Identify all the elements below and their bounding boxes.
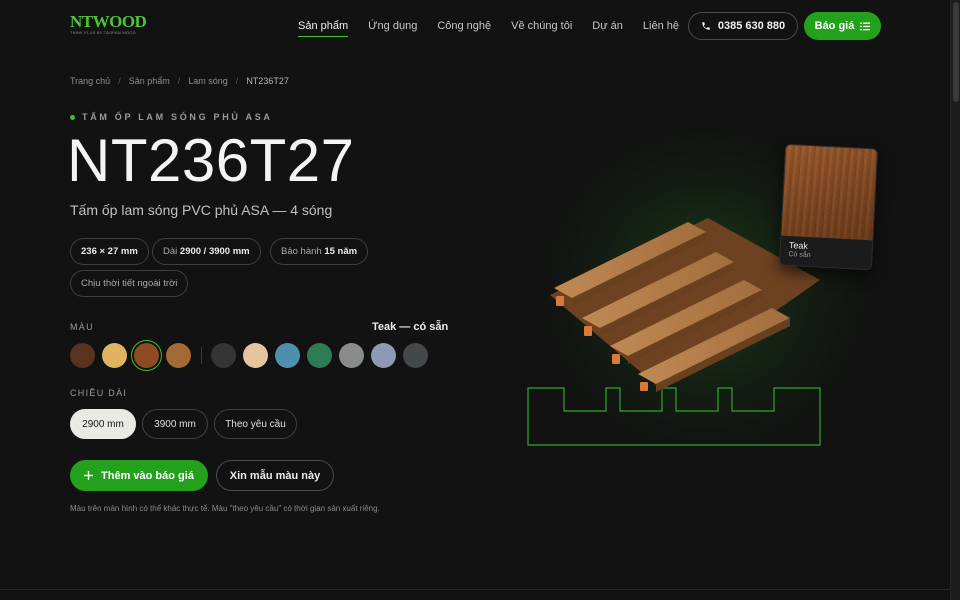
- phone-icon: [701, 21, 711, 31]
- add-to-quote-button[interactable]: Thêm vào báo giá: [70, 460, 208, 491]
- phone-button[interactable]: 0385 630 880: [688, 12, 798, 40]
- phone-number: 0385 630 880: [717, 20, 786, 32]
- color-status: Teak — có sẵn: [372, 321, 449, 333]
- plus-icon: [84, 471, 94, 480]
- spec-text: Chịu thời tiết ngoài trời: [81, 278, 178, 289]
- logo-tagline: THINK PLUS BY TAOPAN WOOD: [70, 30, 136, 35]
- color-label: MÀU: [70, 322, 94, 332]
- swatch-oak[interactable]: [102, 343, 127, 368]
- swatch-charcoal[interactable]: [211, 343, 236, 368]
- swatch-walnut[interactable]: [70, 343, 95, 368]
- swatch-cream[interactable]: [243, 343, 268, 368]
- wood-texture: [781, 144, 878, 241]
- sample-card: Teak Có sẵn: [778, 143, 879, 271]
- spec-chip-warranty: Bảo hành 15 năm: [270, 238, 369, 265]
- swatch-silver[interactable]: [339, 343, 364, 368]
- nav-item-about[interactable]: Về chúng tôi: [511, 19, 572, 37]
- breadcrumb-products[interactable]: Sản phẩm: [129, 75, 170, 87]
- swatch-divider: [201, 347, 202, 364]
- brand-logo[interactable]: NTWOOD THINK PLUS BY TAOPAN WOOD: [70, 12, 147, 37]
- product-subtitle: Tấm ốp lam sóng PVC phủ ASA — 4 sóng: [70, 202, 333, 218]
- quote-button[interactable]: Báo giá: [804, 12, 881, 40]
- breadcrumb-category[interactable]: Lam sóng: [188, 75, 228, 87]
- list-icon: [860, 22, 871, 31]
- length-option-custom[interactable]: Theo yêu cầu: [214, 409, 297, 439]
- nav-item-technology[interactable]: Công nghệ: [437, 19, 491, 37]
- product-title: NT236T27: [67, 127, 355, 194]
- spec-value: 236 × 27 mm: [81, 246, 138, 257]
- swatch-graphite[interactable]: [403, 343, 428, 368]
- swatch-teak[interactable]: [134, 343, 159, 368]
- length-option-3900[interactable]: 3900 mm: [142, 409, 208, 439]
- spec-chip-weather: Chịu thời tiết ngoài trời: [70, 270, 189, 297]
- eyebrow-dot-icon: [70, 114, 75, 120]
- breadcrumb-current: NT236T27: [246, 76, 289, 86]
- eyebrow-text: TẤM ỐP LAM SÓNG PHỦ ASA: [82, 112, 273, 122]
- product-category: TẤM ỐP LAM SÓNG PHỦ ASA: [70, 112, 273, 122]
- nav-item-products[interactable]: Sản phẩm: [298, 19, 349, 37]
- request-sample-button[interactable]: Xin mẫu màu này: [216, 460, 334, 491]
- swatch-golden-oak[interactable]: [166, 343, 191, 368]
- color-disclaimer: Màu trên màn hình có thể khác thực tế. M…: [70, 504, 380, 513]
- sample-stock: Có sẵn: [788, 250, 811, 260]
- spec-chip-length: Dài 2900 / 3900 mm: [152, 238, 261, 265]
- nav-item-contact[interactable]: Liên hệ: [643, 19, 679, 37]
- profile-outline: [527, 387, 821, 446]
- spec-prefix: Bảo hành: [281, 246, 325, 257]
- breadcrumb-separator: /: [118, 76, 121, 86]
- breadcrumb-separator: /: [177, 76, 181, 86]
- section-divider: [0, 589, 950, 590]
- main-nav: Sản phẩm Ứng dụng Công nghệ Về chúng tôi…: [298, 19, 679, 37]
- scrollbar-thumb[interactable]: [953, 2, 959, 102]
- length-label: CHIỀU DÀI: [70, 388, 128, 398]
- add-to-quote-label: Thêm vào báo giá: [101, 469, 194, 482]
- quote-label: Báo giá: [814, 20, 855, 32]
- sample-name: Teak: [788, 239, 809, 251]
- swatch-steel-blue[interactable]: [371, 343, 396, 368]
- spec-chip-dimensions: 236 × 27 mm: [70, 238, 149, 265]
- breadcrumb: Trang chủ / Sản phẩm / Lam sóng / NT236T…: [70, 75, 289, 87]
- spec-value: 15 năm: [324, 246, 358, 257]
- spec-value: 2900 / 3900 mm: [179, 246, 250, 257]
- logo-mark: NTWOOD: [70, 12, 147, 31]
- swatch-jade[interactable]: [307, 343, 332, 368]
- length-option-2900[interactable]: 2900 mm: [70, 409, 136, 439]
- spec-prefix: Dài: [163, 246, 180, 257]
- nav-item-projects[interactable]: Dự án: [592, 19, 623, 37]
- breadcrumb-separator: /: [235, 76, 239, 86]
- swatch-sky-blue[interactable]: [275, 343, 300, 368]
- page-scrollbar[interactable]: [950, 0, 960, 600]
- breadcrumb-home[interactable]: Trang chủ: [70, 75, 110, 87]
- nav-item-applications[interactable]: Ứng dụng: [368, 19, 417, 37]
